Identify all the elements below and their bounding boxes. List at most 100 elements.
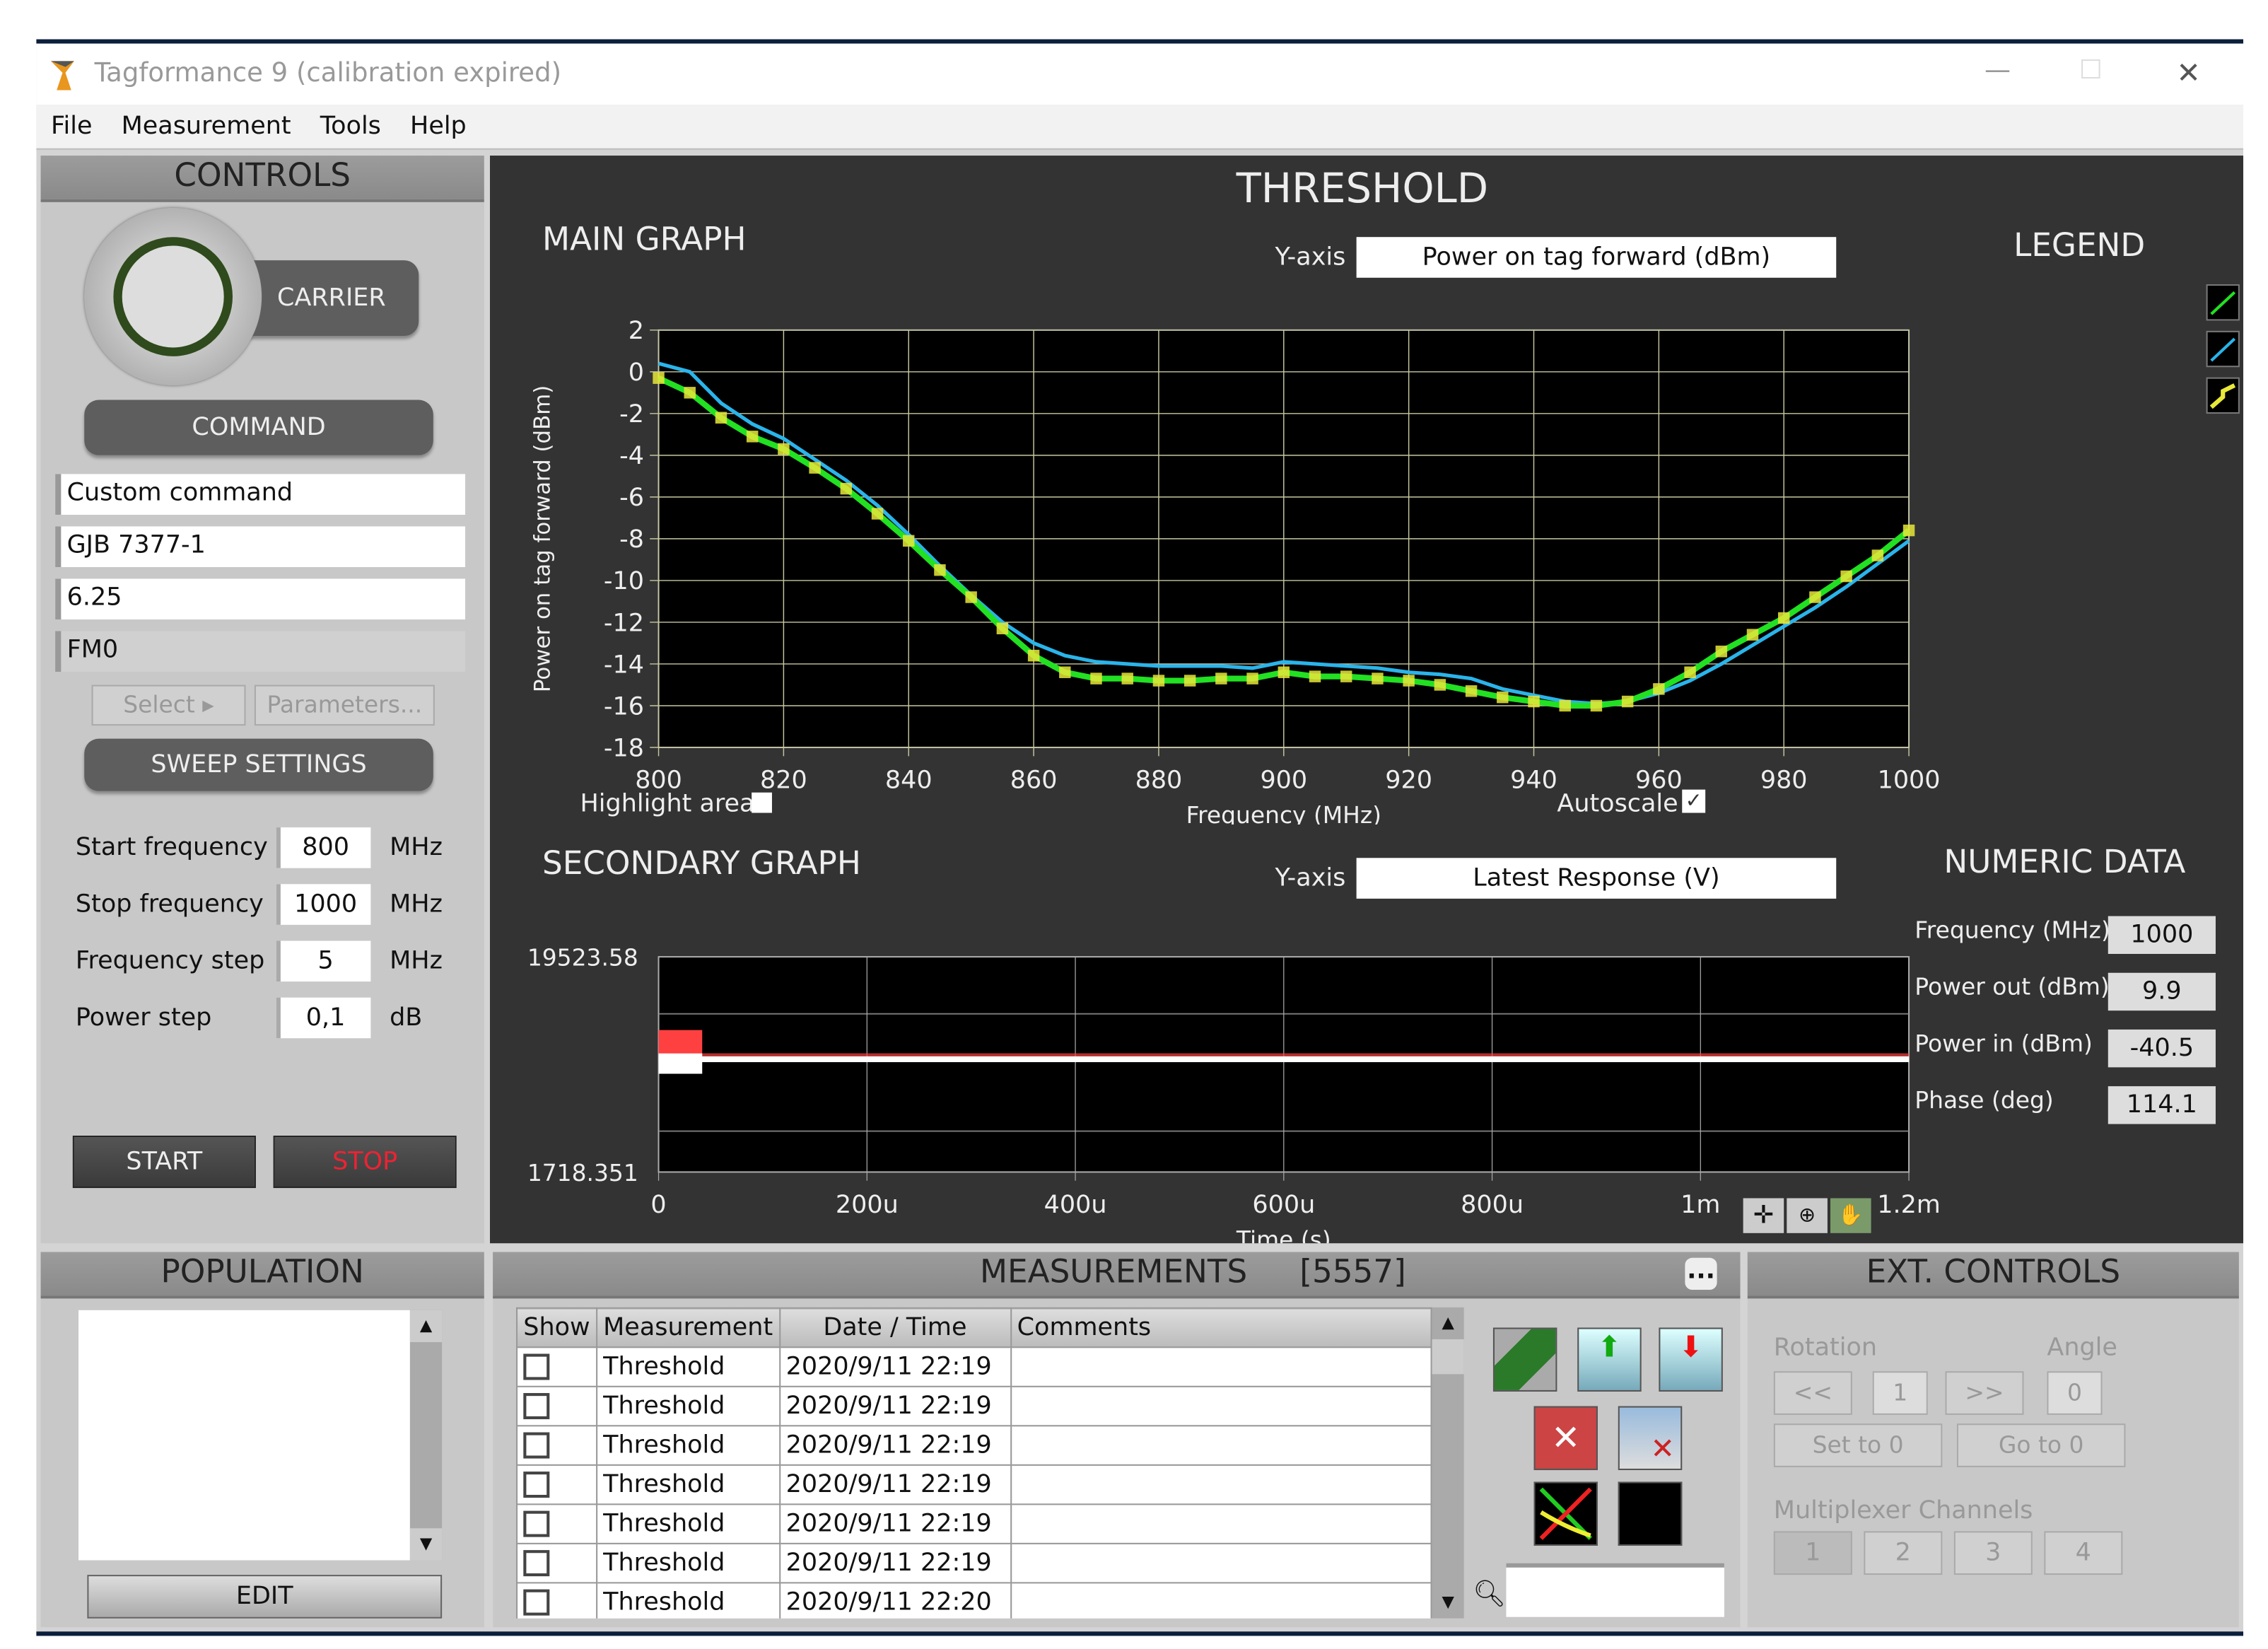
- delete-icon[interactable]: ✕: [1533, 1406, 1598, 1471]
- col-measurement[interactable]: Measurement: [595, 1307, 781, 1348]
- minimize-button[interactable]: —: [1984, 55, 2011, 86]
- pan-hand-tool-icon[interactable]: ✋: [1830, 1198, 1871, 1233]
- date-cell: 2020/9/11 22:19: [778, 1503, 1012, 1544]
- close-button[interactable]: ✕: [2176, 55, 2200, 90]
- measurement-cell: Threshold: [595, 1385, 781, 1427]
- table-row[interactable]: Threshold 2020/9/11 22:19: [516, 1425, 1432, 1466]
- show-checkbox[interactable]: [523, 1393, 550, 1420]
- carrier-toggle[interactable]: [84, 208, 262, 385]
- scroll-thumb[interactable]: [1432, 1339, 1464, 1375]
- menu-tools[interactable]: Tools: [320, 112, 381, 141]
- population-panel: POPULATION ▲ ▼ EDIT: [40, 1252, 484, 1628]
- date-cell: 2020/9/11 22:19: [778, 1346, 1012, 1387]
- show-checkbox[interactable]: [523, 1510, 550, 1537]
- multiplexer-channel-button[interactable]: 4: [2044, 1531, 2123, 1575]
- search-input[interactable]: [1506, 1563, 1724, 1617]
- upload-icon[interactable]: ⬆: [1577, 1327, 1642, 1392]
- rotate-right-button[interactable]: >>: [1945, 1371, 2024, 1415]
- show-curves-icon[interactable]: [1533, 1481, 1598, 1546]
- set-to-zero-button[interactable]: Set to 0: [1773, 1423, 1943, 1467]
- menu-bar: File Measurement Tools Help: [36, 105, 2244, 150]
- scroll-up-icon[interactable]: ▲: [409, 1310, 443, 1343]
- sweep-settings-button[interactable]: SWEEP SETTINGS: [84, 738, 433, 791]
- show-checkbox[interactable]: [523, 1353, 550, 1380]
- legend-green-icon[interactable]: [2206, 284, 2240, 321]
- legend-cyan-icon[interactable]: [2206, 330, 2240, 368]
- comment-cell[interactable]: [1010, 1385, 1432, 1427]
- rotate-left-button[interactable]: <<: [1773, 1371, 1852, 1415]
- x-tick-label: 600u: [1252, 1191, 1315, 1219]
- numeric-label: Power out (dBm): [1915, 972, 2110, 1001]
- show-checkbox[interactable]: [523, 1472, 550, 1498]
- table-row[interactable]: Threshold 2020/9/11 22:19: [516, 1542, 1432, 1584]
- show-cell: [516, 1542, 597, 1584]
- stop-button[interactable]: STOP: [273, 1136, 457, 1189]
- select-button[interactable]: Select ▸: [91, 684, 246, 726]
- legend-title: LEGEND: [2013, 228, 2146, 265]
- angle-value: 0: [2047, 1371, 2103, 1415]
- col-show[interactable]: Show: [516, 1307, 597, 1348]
- parameters-button[interactable]: Parameters...: [254, 684, 435, 726]
- command-type-field[interactable]: Custom command: [55, 474, 466, 515]
- comment-cell[interactable]: [1010, 1346, 1432, 1387]
- scroll-up-icon[interactable]: ▲: [1432, 1307, 1464, 1339]
- sweep-value-input[interactable]: 5: [276, 940, 371, 982]
- table-row[interactable]: Threshold 2020/9/11 22:19: [516, 1346, 1432, 1387]
- sweep-unit: MHz: [390, 946, 443, 976]
- comment-cell[interactable]: [1010, 1464, 1432, 1505]
- more-options-button[interactable]: ...: [1685, 1257, 1717, 1290]
- go-to-zero-button[interactable]: Go to 0: [1956, 1423, 2126, 1467]
- start-button[interactable]: START: [72, 1136, 256, 1189]
- sweep-unit: dB: [390, 1003, 423, 1033]
- sweep-value-input[interactable]: 0,1: [276, 997, 371, 1039]
- data-rate-field[interactable]: 6.25: [55, 578, 466, 620]
- secondary-graph[interactable]: 0 200u 400u 600u 800u 1m 1.2m 19523.58 1718.351 T…: [490, 156, 1943, 1243]
- menu-help[interactable]: Help: [410, 112, 467, 141]
- scroll-down-icon[interactable]: ▼: [1432, 1587, 1464, 1619]
- multiplexer-channel-button[interactable]: 3: [1953, 1531, 2033, 1575]
- measurements-scrollbar[interactable]: ▲ ▼: [1432, 1307, 1464, 1619]
- show-checkbox[interactable]: [523, 1589, 550, 1616]
- table-row[interactable]: Threshold 2020/9/11 22:20: [516, 1582, 1432, 1619]
- export-icon[interactable]: [1492, 1327, 1557, 1392]
- zoom-tool-icon[interactable]: ⊕: [1787, 1198, 1828, 1233]
- population-scrollbar[interactable]: ▲ ▼: [409, 1310, 443, 1561]
- comment-cell[interactable]: [1010, 1582, 1432, 1619]
- show-cell: [516, 1464, 597, 1505]
- table-row[interactable]: Threshold 2020/9/11 22:19: [516, 1385, 1432, 1427]
- app-logo-icon: [50, 61, 74, 91]
- col-date-time[interactable]: Date / Time: [778, 1307, 1012, 1348]
- crosshair-tool-icon[interactable]: ✛: [1743, 1198, 1784, 1233]
- edit-button[interactable]: EDIT: [87, 1575, 443, 1619]
- sweep-value-input[interactable]: 800: [276, 827, 371, 868]
- protocol-field[interactable]: GJB 7377-1: [55, 526, 466, 567]
- hide-curves-icon[interactable]: [1618, 1481, 1683, 1546]
- multiplexer-channel-button[interactable]: 2: [1864, 1531, 1943, 1575]
- date-cell: 2020/9/11 22:19: [778, 1425, 1012, 1466]
- comment-cell[interactable]: [1010, 1542, 1432, 1584]
- population-list[interactable]: [78, 1310, 410, 1561]
- multiplexer-label: Multiplexer Channels: [1773, 1496, 2033, 1526]
- command-button[interactable]: COMMAND: [84, 400, 433, 455]
- download-icon[interactable]: ⬇: [1659, 1327, 1723, 1392]
- multiplexer-channel-button[interactable]: 1: [1773, 1531, 1852, 1575]
- rotation-value: 1: [1872, 1371, 1928, 1415]
- maximize-button[interactable]: ☐: [2079, 55, 2103, 86]
- menu-file[interactable]: File: [51, 112, 93, 141]
- comment-cell[interactable]: [1010, 1503, 1432, 1544]
- scroll-down-icon[interactable]: ▼: [409, 1528, 443, 1561]
- show-checkbox[interactable]: [523, 1550, 550, 1577]
- numeric-label: Frequency (MHz): [1915, 916, 2110, 944]
- col-comments[interactable]: Comments: [1010, 1307, 1432, 1348]
- table-row[interactable]: Threshold 2020/9/11 22:19: [516, 1464, 1432, 1505]
- table-row[interactable]: Threshold 2020/9/11 22:19: [516, 1503, 1432, 1544]
- show-cell: [516, 1385, 597, 1427]
- delete-all-icon[interactable]: ✕: [1618, 1406, 1683, 1471]
- x-tick-label: 1.2m: [1877, 1191, 1941, 1219]
- menu-measurement[interactable]: Measurement: [122, 112, 291, 141]
- show-checkbox[interactable]: [523, 1432, 550, 1459]
- window-title: Tagformance 9 (calibration expired): [94, 58, 562, 89]
- legend-yellow-icon[interactable]: [2206, 377, 2240, 414]
- comment-cell[interactable]: [1010, 1425, 1432, 1466]
- sweep-value-input[interactable]: 1000: [276, 884, 371, 925]
